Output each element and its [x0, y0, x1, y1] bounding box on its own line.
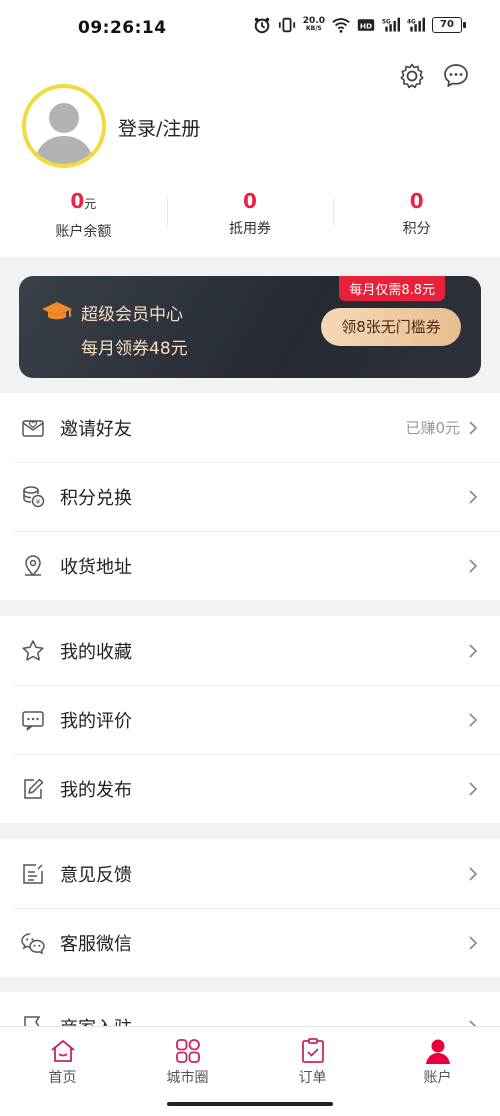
menu-customer-wechat[interactable]: 客服微信	[0, 908, 500, 977]
comment-icon	[22, 710, 44, 731]
menu-invite-friends-label: 邀请好友	[60, 418, 132, 440]
stat-balance-label: 账户余额	[55, 224, 112, 240]
menu-my-reviews-label: 我的评价	[60, 710, 132, 732]
menu-group-3: 意见反馈 客服微信	[0, 839, 500, 977]
stat-points-value: 0	[409, 189, 424, 213]
alarm-icon	[254, 17, 270, 34]
chevron-right-icon	[469, 781, 478, 796]
account-icon	[425, 1039, 450, 1064]
tab-city-circle-label: 城市圈	[166, 1070, 209, 1086]
tab-account-label: 账户	[423, 1070, 452, 1086]
profile-header: 登录/注册 0元 账户余额 0 抵用券 0 积分	[0, 56, 500, 257]
coins-icon: ¥	[23, 485, 45, 507]
menu-my-reviews[interactable]: 我的评价	[0, 685, 500, 754]
settings-gear-icon[interactable]	[398, 62, 426, 90]
header-actions	[398, 62, 470, 90]
tab-orders-label: 订单	[298, 1070, 327, 1086]
status-time: 09:26:14	[78, 18, 167, 38]
bottom-tab-bar: 首页 城市圈 订单 账户	[0, 1026, 500, 1095]
tab-orders[interactable]: 订单	[250, 1027, 375, 1095]
svg-text:HD: HD	[360, 21, 372, 30]
menu-feedback[interactable]: 意见反馈	[0, 839, 500, 908]
chevron-right-icon	[469, 712, 478, 727]
menu-group-1: 邀请好友 已赚0元 ¥ 积分兑换 收货地址	[0, 393, 500, 600]
menu-points-exchange-label: 积分兑换	[60, 487, 132, 509]
system-nav-bar	[0, 1094, 500, 1116]
menu-favorites-label: 我的收藏	[60, 641, 132, 663]
graduation-cap-icon	[42, 302, 72, 320]
vibrate-icon	[278, 17, 295, 33]
net-speed: 20.0 KB/S	[302, 16, 325, 33]
message-icon[interactable]	[442, 62, 470, 90]
account-stats: 0元 账户余额 0 抵用券 0 积分	[0, 188, 500, 248]
menu-my-posts-label: 我的发布	[60, 779, 132, 801]
svg-text:¥: ¥	[36, 498, 41, 506]
vip-price-badge: 每月仅需8.8元	[339, 276, 445, 301]
tab-city-circle[interactable]: 城市圈	[125, 1027, 250, 1095]
stat-coupons-value: 0	[243, 189, 257, 213]
stat-balance[interactable]: 0元 账户余额	[0, 188, 167, 248]
status-icons: 20.0 KB/S HD 5G 4G 70	[253, 16, 466, 34]
battery-indicator: 70	[432, 17, 466, 33]
earned-amount: 已赚0元	[405, 419, 460, 437]
menu-feedback-label: 意见反馈	[60, 864, 132, 886]
chevron-right-icon	[469, 420, 478, 435]
menu-points-exchange[interactable]: ¥ 积分兑换	[0, 462, 500, 531]
vip-banner[interactable]: 超级会员中心 每月领券48元 每月仅需8.8元 领8张无门槛券	[19, 276, 481, 378]
status-bar: 09:26:14 20.0 KB/S HD 5G 4G 70	[0, 0, 500, 56]
vip-subtitle: 每月领券48元	[81, 339, 188, 359]
vip-title: 超级会员中心	[81, 305, 183, 325]
city-circle-icon	[175, 1039, 200, 1063]
tab-home[interactable]: 首页	[0, 1027, 125, 1095]
wechat-icon	[21, 932, 45, 954]
signal-5g-icon: 5G	[382, 17, 400, 32]
home-icon	[50, 1040, 75, 1062]
menu-shipping-address-label: 收货地址	[60, 556, 132, 578]
feedback-icon	[23, 863, 43, 884]
claim-coupons-button[interactable]: 领8张无门槛券	[321, 308, 461, 346]
stat-balance-value: 0元	[70, 189, 97, 213]
envelope-heart-icon	[22, 419, 44, 437]
hd-icon: HD	[357, 19, 375, 31]
order-icon	[301, 1038, 324, 1063]
stat-coupons[interactable]: 0 抵用券	[166, 188, 334, 248]
wifi-icon	[332, 18, 350, 33]
chevron-right-icon	[469, 935, 478, 950]
edit-icon	[24, 778, 44, 799]
home-gesture-bar[interactable]	[167, 1102, 333, 1106]
tab-account[interactable]: 账户	[375, 1027, 500, 1095]
chevron-right-icon	[469, 643, 478, 658]
tab-home-label: 首页	[48, 1070, 77, 1086]
avatar[interactable]	[22, 84, 106, 168]
menu-invite-friends[interactable]: 邀请好友 已赚0元	[0, 393, 500, 462]
login-register-link[interactable]: 登录/注册	[118, 114, 200, 141]
chevron-right-icon	[469, 489, 478, 504]
chevron-right-icon	[469, 558, 478, 573]
location-pin-icon	[25, 554, 41, 576]
chevron-right-icon	[469, 866, 478, 881]
star-icon	[22, 639, 44, 661]
signal-4g-icon: 4G	[407, 17, 425, 32]
default-avatar-icon	[34, 103, 94, 164]
stat-coupons-label: 抵用券	[229, 221, 271, 237]
menu-my-posts[interactable]: 我的发布	[0, 754, 500, 823]
menu-customer-wechat-label: 客服微信	[60, 933, 132, 955]
stat-points[interactable]: 0 积分	[333, 188, 500, 248]
stat-points-label: 积分	[402, 221, 431, 237]
menu-shipping-address[interactable]: 收货地址	[0, 531, 500, 600]
menu-group-2: 我的收藏 我的评价 我的发布	[0, 616, 500, 823]
menu-favorites[interactable]: 我的收藏	[0, 616, 500, 685]
